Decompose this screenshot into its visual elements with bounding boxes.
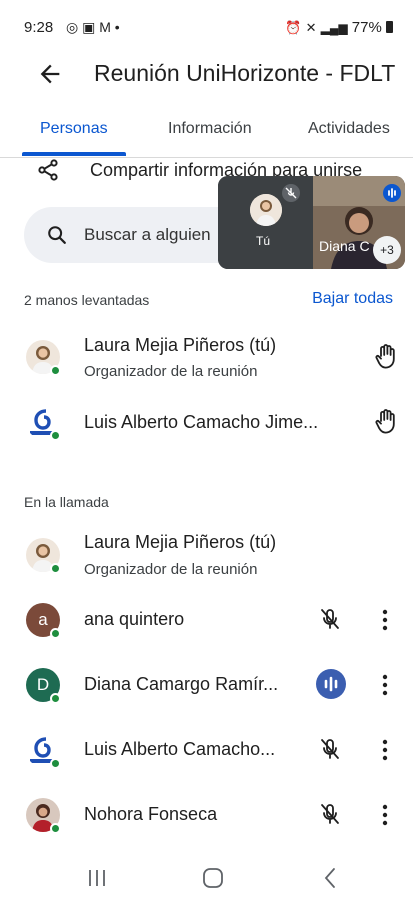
avatar-initial: D — [36, 675, 50, 694]
more-vert-icon[interactable] — [381, 674, 389, 696]
more-vert-icon[interactable] — [381, 609, 389, 631]
active-tab-indicator — [22, 152, 126, 156]
mic-off-icon — [282, 184, 300, 202]
signal-icon: ▂▄▆ — [320, 21, 348, 35]
participant-name: Nohora Fonseca — [84, 804, 218, 824]
tab-personas[interactable]: Personas — [40, 120, 108, 138]
lower-all-hands-button[interactable]: Bajar todas — [312, 290, 393, 308]
more-vert-icon[interactable] — [381, 804, 389, 826]
participant-role: Organizador de la reunión — [84, 363, 258, 380]
page-title: Reunión UniHorizonte - FDLT — [94, 60, 396, 86]
avatar-initial: a — [38, 610, 48, 629]
status-bar: 9:28 ◎ ▣ M • ⏰ ✕ ▂▄▆ 77% — [0, 0, 413, 52]
pip-video-overlay[interactable]: Tú Diana C +3 — [218, 176, 405, 269]
pip-participant-label: Diana C — [319, 238, 370, 254]
raised-hand-icon[interactable] — [374, 342, 398, 370]
more-vert-icon[interactable] — [381, 739, 389, 761]
online-indicator — [50, 823, 61, 834]
share-icon — [38, 159, 58, 181]
search-placeholder: Buscar a alguien — [84, 225, 211, 244]
dot-icon: • — [114, 19, 120, 35]
online-indicator — [50, 758, 61, 769]
speaking-icon — [383, 184, 401, 202]
participant-name: Diana Camargo Ramír... — [84, 674, 279, 694]
raised-hands-heading: 2 manos levantadas — [24, 292, 150, 308]
online-indicator — [50, 430, 61, 441]
status-time: 9:28 — [24, 19, 54, 36]
tab-informacion[interactable]: Información — [168, 120, 252, 138]
mute-icon: ✕ — [305, 20, 317, 35]
status-notification-icons: ◎ ▣ M • — [66, 19, 120, 36]
online-indicator — [50, 365, 61, 376]
participant-role: Organizador de la reunión — [84, 561, 258, 578]
pip-more-count[interactable]: +3 — [373, 236, 401, 264]
participant-name: ana quintero — [84, 609, 185, 629]
online-indicator — [50, 693, 61, 704]
battery-icon — [386, 21, 393, 33]
raised-hand-icon[interactable] — [374, 407, 398, 435]
alarm-icon: ⏰ — [285, 20, 302, 35]
system-nav-bar — [0, 850, 413, 901]
back-arrow-icon[interactable] — [36, 60, 64, 88]
app-bar: Reunión UniHorizonte - FDLT — [0, 52, 413, 100]
recents-icon[interactable] — [86, 868, 108, 888]
whatsapp-icon: ◎ — [66, 19, 79, 35]
pip-self-label: Tú — [256, 234, 271, 248]
mic-off-icon[interactable] — [318, 607, 342, 633]
pip-self-tile: Tú — [218, 176, 313, 269]
gmail-icon: M — [99, 19, 111, 35]
in-call-heading: En la llamada — [24, 494, 109, 510]
avatar — [250, 194, 282, 226]
participant-name: Laura Mejia Piñeros (tú) — [84, 532, 277, 552]
tab-actividades[interactable]: Actividades — [308, 120, 390, 138]
search-icon — [48, 226, 66, 244]
gallery-icon: ▣ — [82, 19, 96, 35]
online-indicator — [50, 628, 61, 639]
participant-name: Laura Mejia Piñeros (tú) — [84, 335, 277, 355]
back-nav-icon[interactable] — [322, 867, 338, 889]
online-indicator — [50, 563, 61, 574]
participant-name: Luis Alberto Camacho... — [84, 739, 276, 759]
mic-off-icon[interactable] — [318, 737, 342, 763]
mic-off-icon[interactable] — [318, 802, 342, 828]
pip-participant-tile: Diana C +3 — [313, 176, 405, 269]
participant-name: Luis Alberto Camacho Jime... — [84, 412, 319, 432]
tab-bar: Personas Información Actividades — [0, 100, 413, 158]
battery-percent: 77% — [351, 19, 382, 36]
status-right: ⏰ ✕ ▂▄▆ 77% — [285, 19, 393, 36]
speaking-icon — [316, 669, 346, 699]
home-icon[interactable] — [201, 866, 225, 890]
